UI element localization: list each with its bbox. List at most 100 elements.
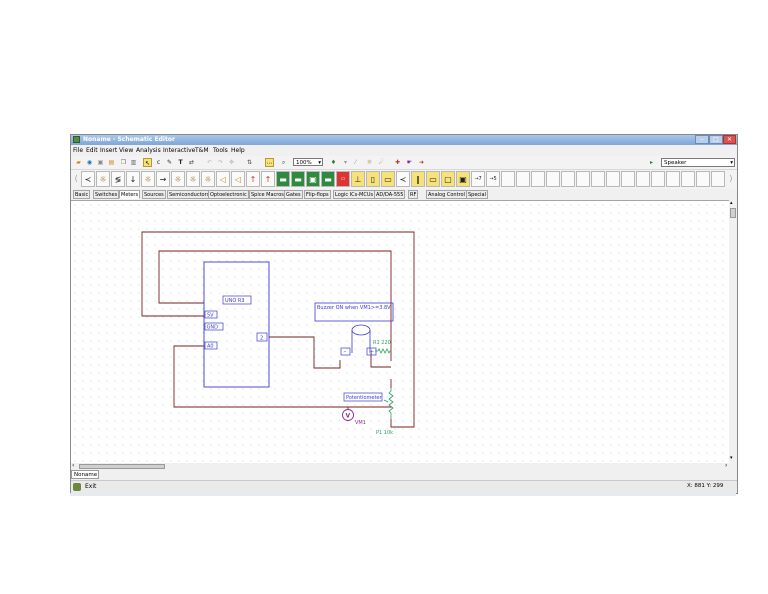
- scroll-left-icon[interactable]: ‹: [72, 462, 74, 469]
- tab-special[interactable]: Special: [466, 190, 489, 199]
- zoom-select[interactable]: 100% ▾: [293, 158, 323, 166]
- copy-icon[interactable]: ❐: [119, 158, 128, 167]
- tab-semiconductors[interactable]: Semiconductors: [167, 190, 212, 199]
- jump5-part-icon[interactable]: →5: [486, 171, 500, 187]
- empty-slot-4[interactable]: [546, 171, 560, 187]
- ground-part-icon[interactable]: ↓: [126, 171, 140, 187]
- window-part-icon[interactable]: ▢: [441, 171, 455, 187]
- move-icon[interactable]: ✥: [227, 158, 236, 167]
- scroll-down-icon[interactable]: ▾: [730, 455, 733, 461]
- scale-part-icon[interactable]: ‖: [411, 171, 425, 187]
- led2-part-icon[interactable]: ☼: [186, 171, 200, 187]
- tab-spice-macros[interactable]: Spice Macros: [249, 190, 286, 199]
- empty-slot-11[interactable]: [651, 171, 665, 187]
- palette-scroll-right-icon[interactable]: ⟩: [727, 171, 735, 187]
- menu-file[interactable]: File: [73, 147, 83, 154]
- menu-edit[interactable]: Edit: [86, 147, 98, 154]
- horizontal-scrollbar[interactable]: ‹ ›: [71, 462, 737, 470]
- panel-part-icon[interactable]: ▯: [366, 171, 380, 187]
- text-icon[interactable]: T: [176, 158, 185, 167]
- led-part-icon[interactable]: ☼: [171, 171, 185, 187]
- palette-scroll-left-icon[interactable]: ⟨: [72, 171, 80, 187]
- menu-insert[interactable]: Insert: [100, 147, 117, 154]
- scroll-up-icon[interactable]: ▴: [730, 200, 733, 206]
- close-button[interactable]: ✕: [723, 135, 736, 144]
- tab-gates[interactable]: Gates: [284, 190, 303, 199]
- maximize-button[interactable]: □: [709, 135, 723, 144]
- select-arrow-icon[interactable]: ↖: [143, 158, 152, 167]
- save-icon[interactable]: ▣: [96, 158, 105, 167]
- probe-icon[interactable]: ♦: [329, 158, 338, 167]
- wire-part-icon[interactable]: →: [156, 171, 170, 187]
- led3-part-icon[interactable]: ☼: [201, 171, 215, 187]
- analysis-icon[interactable]: ☼: [365, 158, 374, 167]
- empty-slot-1[interactable]: [501, 171, 515, 187]
- menu-tm[interactable]: T&M: [195, 147, 209, 154]
- monitor-part-icon[interactable]: ▣: [456, 171, 470, 187]
- empty-slot-10[interactable]: [636, 171, 650, 187]
- horizontal-scroll-thumb[interactable]: [79, 464, 165, 469]
- tab-flip-flops[interactable]: Flip-flops: [304, 190, 331, 199]
- meter-part-icon[interactable]: ▭: [336, 171, 350, 187]
- title-bar[interactable]: Noname - Schematic Editor – □ ✕: [71, 135, 737, 145]
- empty-slot-7[interactable]: [591, 171, 605, 187]
- relay-part-icon[interactable]: ⊥: [351, 171, 365, 187]
- hand-icon[interactable]: ☛: [405, 158, 414, 167]
- tab-logic-ics-mcus[interactable]: Logic ICs-MCUs: [333, 190, 376, 199]
- display3-part-icon[interactable]: ▣: [306, 171, 320, 187]
- empty-slot-5[interactable]: [561, 171, 575, 187]
- debug-icon[interactable]: ✚: [393, 158, 402, 167]
- empty-slot-9[interactable]: [621, 171, 635, 187]
- tab-analog-control[interactable]: Analog Control: [426, 190, 467, 199]
- empty-slot-3[interactable]: [531, 171, 545, 187]
- vertical-scroll-thumb[interactable]: [730, 208, 736, 218]
- display-part-icon[interactable]: ▬: [276, 171, 290, 187]
- paste-icon[interactable]: ▥: [129, 158, 138, 167]
- switch-part-icon[interactable]: ≺: [396, 171, 410, 187]
- empty-slot-2[interactable]: [516, 171, 530, 187]
- globe-icon[interactable]: ◉: [85, 158, 94, 167]
- exit-label[interactable]: Exit: [85, 483, 96, 490]
- panel2-part-icon[interactable]: ▭: [381, 171, 395, 187]
- empty-slot-12[interactable]: [666, 171, 680, 187]
- undo-icon[interactable]: ↶: [205, 158, 214, 167]
- display4-part-icon[interactable]: ▬: [321, 171, 335, 187]
- wire-icon[interactable]: c: [154, 158, 163, 167]
- measure-icon[interactable]: ⁄: [351, 158, 360, 167]
- tab-optoelectronic[interactable]: Optoelectronic: [208, 190, 249, 199]
- empty-slot-6[interactable]: [576, 171, 590, 187]
- empty-slot-14[interactable]: [696, 171, 710, 187]
- lamp-part-icon[interactable]: ☼: [141, 171, 155, 187]
- tab-sources[interactable]: Sources: [142, 190, 166, 199]
- interactive-icon[interactable]: ☄: [377, 158, 386, 167]
- component-select[interactable]: Speaker ▾: [661, 158, 735, 167]
- menu-analysis[interactable]: Analysis: [136, 147, 161, 154]
- resistor-part-icon[interactable]: ≶: [111, 171, 125, 187]
- probe-dropdown-icon[interactable]: ▾: [341, 158, 350, 167]
- zoom-icon[interactable]: ⌕: [279, 158, 288, 167]
- tab-meters[interactable]: Meters: [119, 190, 141, 199]
- rotate-icon[interactable]: ⇄: [187, 158, 196, 167]
- empty-slot-8[interactable]: [606, 171, 620, 187]
- empty-slot-15[interactable]: [711, 171, 725, 187]
- probe-part-icon[interactable]: ↑: [246, 171, 260, 187]
- tab-switches[interactable]: Switches: [93, 190, 120, 199]
- tab-rf[interactable]: RF: [408, 190, 419, 199]
- component-search-icon[interactable]: ▸: [647, 158, 656, 167]
- bar-part-icon[interactable]: ▭: [426, 171, 440, 187]
- scroll-right-icon[interactable]: ›: [725, 462, 727, 469]
- ammeter-part-icon[interactable]: ≺: [81, 171, 95, 187]
- voltmeter-part-icon[interactable]: ☼: [96, 171, 110, 187]
- speaker-part-icon[interactable]: ◁: [216, 171, 230, 187]
- jump7-part-icon[interactable]: →7: [471, 171, 485, 187]
- menu-tools[interactable]: Tools: [213, 147, 228, 154]
- buzzer-part-icon[interactable]: ◁: [231, 171, 245, 187]
- open-icon[interactable]: ▰: [74, 158, 83, 167]
- menu-help[interactable]: Help: [231, 147, 245, 154]
- probe2-part-icon[interactable]: ↑: [261, 171, 275, 187]
- print-icon[interactable]: ▤: [107, 158, 116, 167]
- flip-icon[interactable]: ⇅: [245, 158, 254, 167]
- menu-interactive[interactable]: Interactive: [163, 147, 195, 154]
- vertical-scrollbar[interactable]: ▴ ▾: [729, 200, 737, 463]
- tab-ad-da-555[interactable]: AD/DA-555: [374, 190, 406, 199]
